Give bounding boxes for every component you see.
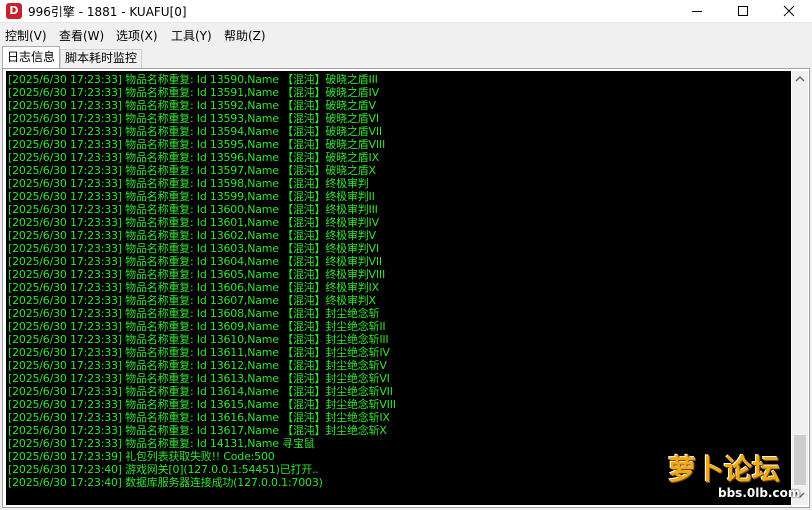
log-console[interactable]: [2025/6/30 17:23:33] 物品名称重复: Id 13590,Na… — [6, 71, 791, 505]
log-line: [2025/6/30 17:23:33] 物品名称重复: Id 13593,Na… — [8, 112, 379, 125]
log-line: [2025/6/30 17:23:33] 物品名称重复: Id 13596,Na… — [8, 151, 379, 164]
log-line: [2025/6/30 17:23:33] 物品名称重复: Id 13606,Na… — [8, 281, 379, 294]
tab-script-timing[interactable]: 脚本耗时监控 — [60, 49, 142, 68]
scroll-up-arrow-icon[interactable] — [795, 75, 805, 83]
log-line: [2025/6/30 17:23:33] 物品名称重复: Id 13609,Na… — [8, 320, 386, 333]
log-line: [2025/6/30 17:23:40] 游戏网关[0](127.0.0.1:5… — [8, 463, 319, 476]
menu-options[interactable]: 选项(X) — [116, 27, 158, 44]
log-line: [2025/6/30 17:23:33] 物品名称重复: Id 13615,Na… — [8, 398, 396, 411]
log-line: [2025/6/30 17:23:33] 物品名称重复: Id 13611,Na… — [8, 346, 390, 359]
close-icon — [783, 5, 795, 17]
menu-bar: 控制(V) 查看(W) 选项(X) 工具(Y) 帮助(Z) — [0, 24, 812, 46]
log-line: [2025/6/30 17:23:33] 物品名称重复: Id 13612,Na… — [8, 359, 387, 372]
app-logo-icon: D — [6, 3, 22, 19]
maximize-button[interactable] — [720, 0, 766, 22]
log-line: [2025/6/30 17:23:40] 数据库服务器连接成功(127.0.0.… — [8, 476, 323, 489]
log-line: [2025/6/30 17:23:33] 物品名称重复: Id 13610,Na… — [8, 333, 389, 346]
log-line: [2025/6/30 17:23:33] 物品名称重复: Id 13591,Na… — [8, 86, 379, 99]
log-line: [2025/6/30 17:23:33] 物品名称重复: Id 13595,Na… — [8, 138, 386, 151]
log-line: [2025/6/30 17:23:33] 物品名称重复: Id 13601,Na… — [8, 216, 379, 229]
title-bar[interactable]: D 996引擎 - 1881 - KUAFU[0] — [0, 0, 812, 23]
log-line: [2025/6/30 17:23:33] 物品名称重复: Id 13599,Na… — [8, 190, 375, 203]
vertical-scrollbar[interactable] — [792, 71, 808, 505]
log-line: [2025/6/30 17:23:33] 物品名称重复: Id 13616,Na… — [8, 411, 390, 424]
log-line: [2025/6/30 17:23:33] 物品名称重复: Id 13597,Na… — [8, 164, 376, 177]
log-line: [2025/6/30 17:23:33] 物品名称重复: Id 13603,Na… — [8, 242, 379, 255]
tab-strip: 日志信息 脚本耗时监控 — [0, 46, 812, 68]
log-line: [2025/6/30 17:23:33] 物品名称重复: Id 13600,Na… — [8, 203, 378, 216]
log-line: [2025/6/30 17:23:33] 物品名称重复: Id 13617,Na… — [8, 424, 387, 437]
menu-view[interactable]: 查看(W) — [59, 27, 104, 44]
log-line: [2025/6/30 17:23:33] 物品名称重复: Id 13614,Na… — [8, 385, 393, 398]
minimize-button[interactable] — [674, 0, 720, 22]
close-button[interactable] — [766, 0, 812, 22]
menu-control[interactable]: 控制(V) — [5, 27, 47, 44]
log-line: [2025/6/30 17:23:33] 物品名称重复: Id 13598,Na… — [8, 177, 369, 190]
log-line: [2025/6/30 17:23:33] 物品名称重复: Id 13604,Na… — [8, 255, 382, 268]
log-line: [2025/6/30 17:23:33] 物品名称重复: Id 13590,Na… — [8, 73, 378, 86]
log-line: [2025/6/30 17:23:33] 物品名称重复: Id 14131,Na… — [8, 437, 315, 450]
log-lines: [2025/6/30 17:23:33] 物品名称重复: Id 13590,Na… — [8, 73, 396, 489]
watermark-logo-text: 萝卜论坛 — [668, 453, 781, 486]
log-line: [2025/6/30 17:23:33] 物品名称重复: Id 13607,Na… — [8, 294, 376, 307]
log-panel: [2025/6/30 17:23:33] 物品名称重复: Id 13590,Na… — [2, 68, 810, 508]
log-line: [2025/6/30 17:23:33] 物品名称重复: Id 13594,Na… — [8, 125, 382, 138]
log-line: [2025/6/30 17:23:33] 物品名称重复: Id 13605,Na… — [8, 268, 386, 281]
minimize-icon — [692, 11, 702, 12]
log-line: [2025/6/30 17:23:39] 礼包列表获取失败!! Code:500 — [8, 450, 275, 463]
window-title: 996引擎 - 1881 - KUAFU[0] — [28, 5, 187, 19]
log-line: [2025/6/30 17:23:33] 物品名称重复: Id 13608,Na… — [8, 307, 380, 320]
log-line: [2025/6/30 17:23:33] 物品名称重复: Id 13602,Na… — [8, 229, 376, 242]
log-line: [2025/6/30 17:23:33] 物品名称重复: Id 13592,Na… — [8, 99, 376, 112]
maximize-icon — [738, 6, 748, 16]
forum-watermark: 萝卜论坛 bbs.0lb.com — [660, 446, 808, 506]
menu-help[interactable]: 帮助(Z) — [224, 27, 266, 44]
log-line: [2025/6/30 17:23:33] 物品名称重复: Id 13613,Na… — [8, 372, 390, 385]
watermark-url: bbs.0lb.com — [718, 486, 801, 500]
tab-log-info[interactable]: 日志信息 — [2, 46, 60, 68]
menu-tools[interactable]: 工具(Y) — [171, 27, 212, 44]
